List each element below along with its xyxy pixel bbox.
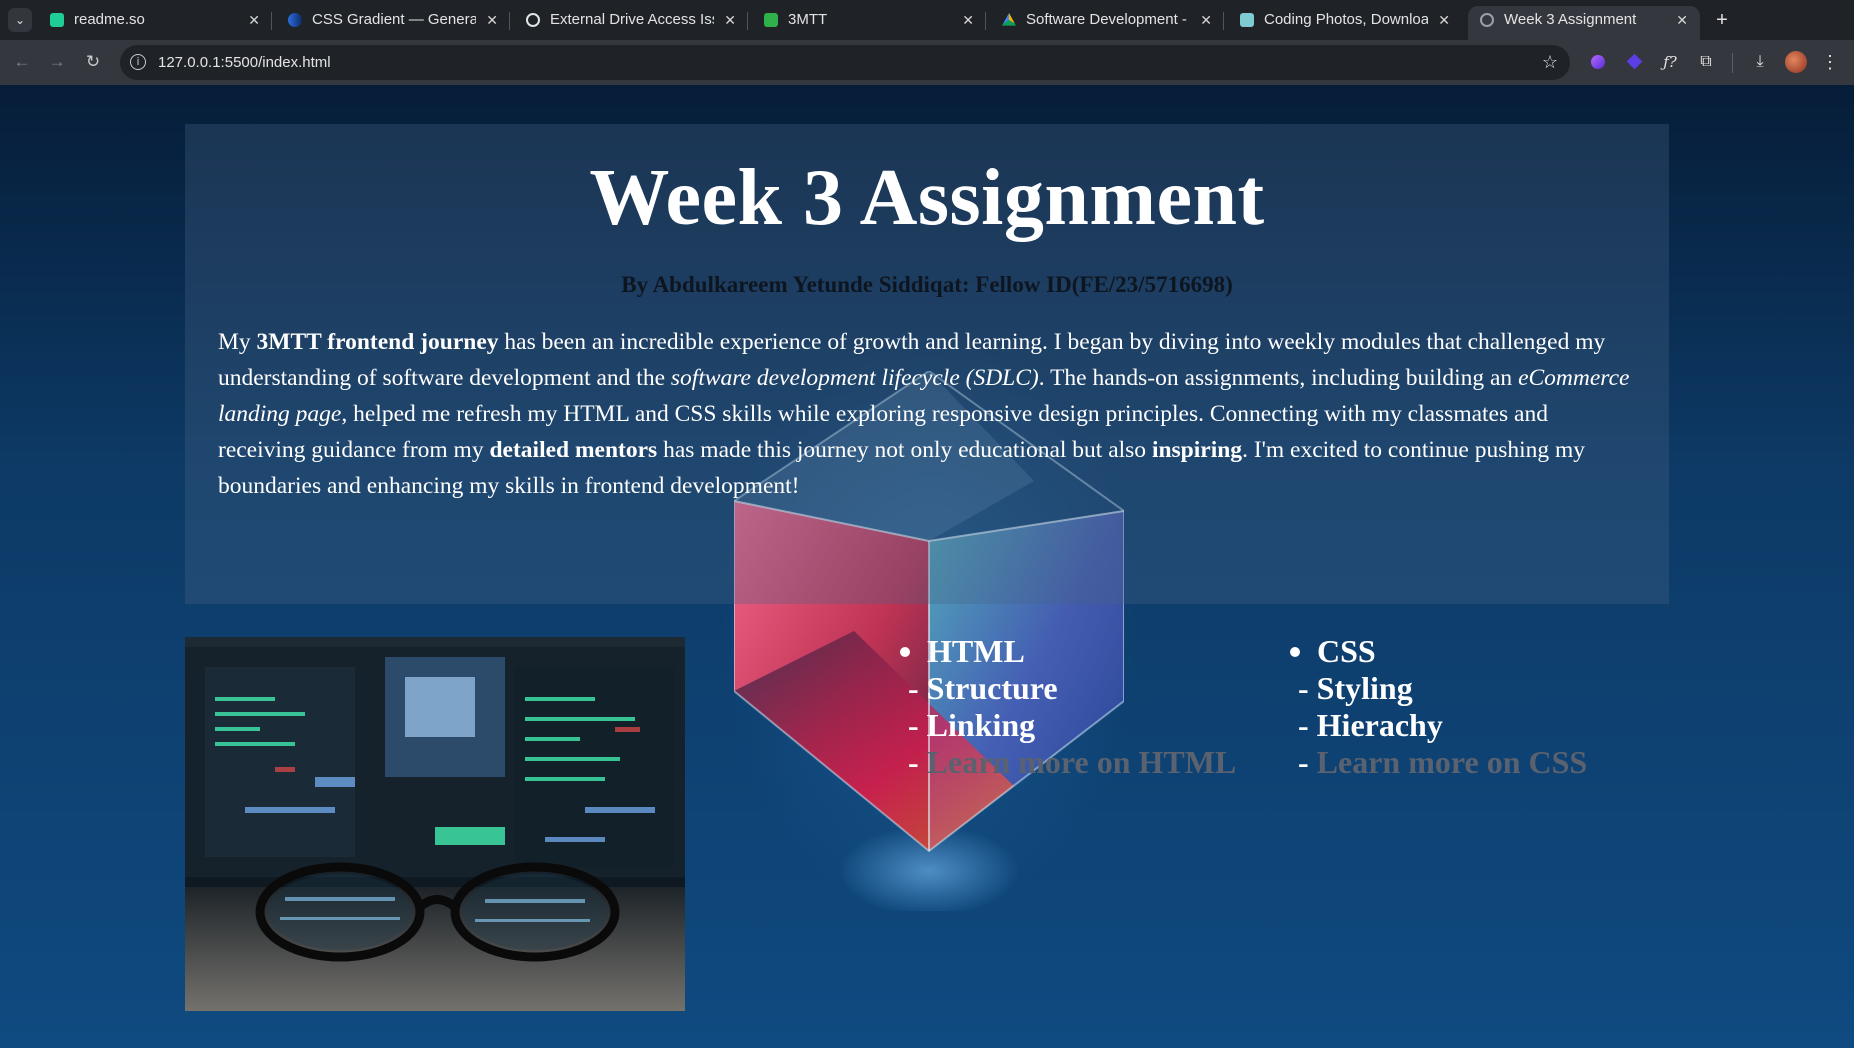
author-byline: By Abdulkareem Yetunde Siddiqat: Fellow … [621,272,1233,297]
tab-external-drive[interactable]: External Drive Access Iss ✕ [514,6,748,40]
bookmark-star-icon[interactable]: ☆ [1542,45,1558,80]
tab-title: Software Development - [1026,11,1187,28]
google-drive-favicon-icon [1002,13,1016,26]
extensions-puzzle-icon[interactable]: ⧉ [1694,50,1718,74]
css-list-subitem: - Hierachy [1298,707,1443,743]
tab-software-development[interactable]: Software Development - ✕ [990,6,1224,40]
bullet-dot-icon [1290,647,1300,657]
close-icon[interactable]: ✕ [1438,6,1450,34]
css-list-heading: CSS [1317,633,1376,669]
readme-favicon-icon [50,13,64,27]
3mtt-favicon-icon [764,13,778,27]
tab-title: 3MTT [788,11,828,28]
bullet-dot-icon [900,647,910,657]
site-info-icon[interactable]: i [130,54,146,70]
page-body: Week 3 Assignment By Abdulkareem Yetunde… [0,85,1854,1048]
back-arrow-icon[interactable]: ← [10,50,34,74]
learn-more-css-link[interactable]: Learn more on CSS [1317,744,1588,780]
list-dash: - [908,744,927,780]
browser-toolbar: ← → ↻ i 127.0.0.1:5500/index.html ☆ ƒ? ⧉… [0,40,1854,85]
list-item: CSS [1290,633,1587,670]
coding-photo [185,637,685,1011]
html-list-heading: HTML [927,633,1025,669]
tab-readme[interactable]: readme.so ✕ [38,6,272,40]
kebab-menu-icon[interactable]: ⋮ [1818,50,1842,74]
new-tab-plus-icon[interactable]: + [1708,6,1736,34]
pexels-favicon-icon [1240,13,1254,27]
tab-separator [985,12,986,30]
download-icon[interactable]: ⤓ [1748,50,1772,74]
reload-icon[interactable]: ↻ [81,50,105,74]
fonts-extension-icon[interactable]: ƒ? [1658,50,1682,74]
list-dash: - [1298,744,1317,780]
globe-favicon-icon [1480,13,1494,27]
tab-strip: ⌄ readme.so ✕ CSS Gradient — Generat ✕ E… [0,0,1854,40]
html-learn-more-row: - Learn more on HTML [900,744,1236,781]
intro-bold-text: 3MTT frontend journey [256,329,499,355]
close-icon[interactable]: ✕ [962,6,974,34]
tab-search-chevron-icon[interactable]: ⌄ [8,8,32,32]
close-icon[interactable]: ✕ [724,6,736,34]
forward-arrow-icon[interactable]: → [45,50,69,74]
tab-css-gradient[interactable]: CSS Gradient — Generat ✕ [276,6,510,40]
tab-3mtt[interactable]: 3MTT ✕ [752,6,986,40]
css-list-subitem: - Styling [1298,670,1413,706]
intro-text: has made this journey not only education… [657,437,1152,463]
page-title: Week 3 Assignment [589,154,1265,242]
intro-italic-text: software development lifecycle (SDLC) [670,365,1039,391]
tab-title: Week 3 Assignment [1504,11,1637,28]
css-learn-more-row: - Learn more on CSS [1290,744,1587,781]
tab-coding-photos[interactable]: Coding Photos, Downloa ✕ [1228,6,1462,40]
html-list-subitem: - Structure [908,670,1058,706]
extension-purple-icon[interactable] [1586,50,1610,74]
profile-avatar[interactable] [1785,51,1807,73]
learn-more-html-link[interactable]: Learn more on HTML [927,744,1237,780]
close-icon[interactable]: ✕ [248,6,260,34]
extension-diamond-icon[interactable] [1622,50,1646,74]
intro-card: Week 3 Assignment By Abdulkareem Yetunde… [185,124,1669,604]
close-icon[interactable]: ✕ [1200,6,1212,34]
html-list-subitem: - Linking [908,707,1036,743]
tab-separator [1223,12,1224,30]
html-topic-list: HTML - Structure - Linking - Learn more … [900,633,1236,781]
intro-paragraph: My 3MTT frontend journey has been an inc… [218,324,1636,504]
tab-title: readme.so [74,11,145,28]
tab-title: External Drive Access Iss [550,11,714,28]
intro-text: . The hands-on assignments, including bu… [1038,365,1519,391]
tab-week-3-assignment[interactable]: Week 3 Assignment ✕ [1468,6,1700,40]
list-item: HTML [900,633,1236,670]
css-gradient-favicon-icon [288,13,302,27]
tab-separator [271,12,272,30]
address-url[interactable]: 127.0.0.1:5500/index.html [158,45,331,80]
address-bar[interactable]: i 127.0.0.1:5500/index.html ☆ [120,45,1570,80]
intro-bold-text: inspiring [1151,437,1243,463]
monitor-and-glasses-image [185,637,685,1011]
toolbar-divider [1732,53,1733,73]
close-icon[interactable]: ✕ [1676,6,1688,34]
tab-title: Coding Photos, Downloa [1264,11,1428,28]
intro-text: My [218,329,257,355]
tab-title: CSS Gradient — Generat [312,11,476,28]
tab-separator [747,12,748,30]
close-icon[interactable]: ✕ [486,6,498,34]
tab-separator [509,12,510,30]
intro-bold-text: detailed mentors [489,437,658,463]
css-topic-list: CSS - Styling - Hierachy - Learn more on… [1290,633,1587,781]
chatgpt-favicon-icon [526,13,540,27]
